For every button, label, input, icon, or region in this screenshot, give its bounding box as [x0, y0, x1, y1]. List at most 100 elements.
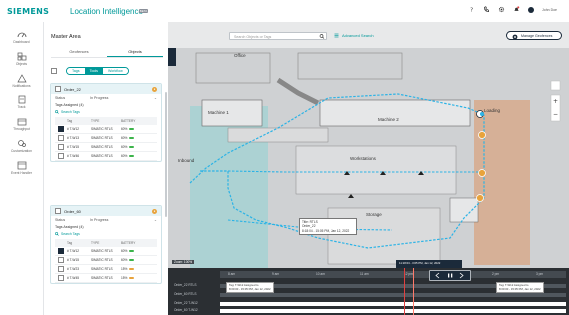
beta-badge: BETA — [139, 9, 148, 13]
row-checkbox[interactable] — [58, 248, 64, 254]
table-header: Tag TYPE BATTERY — [55, 239, 157, 247]
nav-item-dashboard[interactable]: Dashboard — [0, 30, 43, 44]
tags-assigned: Tags Assigned (4) — [55, 225, 84, 229]
search-tags-input[interactable]: Search Tags — [55, 109, 157, 115]
playback-controls[interactable] — [429, 270, 471, 281]
location-marker[interactable] — [476, 194, 484, 202]
order-card[interactable]: Order_60 ● Status In Progress ⌄ Tags Ass… — [50, 205, 162, 284]
layers-icon[interactable] — [550, 80, 561, 91]
advanced-search-link[interactable]: Advanced Search — [334, 33, 374, 38]
objects-panel: Master Area Geofences Objects Tags Tools… — [44, 22, 169, 315]
storage-area — [327, 207, 441, 265]
battery-icon — [129, 258, 135, 262]
order-name: Order_22 — [64, 86, 81, 92]
search-icon[interactable] — [319, 34, 325, 39]
panel-tabs: Geofences Objects — [51, 47, 163, 58]
table-row[interactable]: # T-W23 SIMATIC RTLS 15% — [55, 265, 157, 274]
table-row[interactable]: # T-W13 SIMATIC RTLS 60% — [55, 134, 157, 143]
nav-item-notifications[interactable]: Notifications — [0, 74, 43, 88]
order-card[interactable]: Order_22 ● Status In Progress ⌄ Tags Ass… — [50, 83, 162, 162]
timeline-tooltip: Tag: T-W12 Assigned to 8:00:00 - 15:05 P… — [226, 282, 274, 294]
table-row[interactable]: # T-W15 SIMATIC RTLS 60% — [55, 256, 157, 265]
order-name: Order_60 — [64, 208, 81, 214]
zone-label-machine-2: Machine 2 — [378, 117, 399, 122]
manage-geofences-button[interactable]: Manage Geofences — [506, 31, 562, 40]
tags-table: Tag TYPE BATTERY # T-W12 SIMATIC RTLS 60… — [55, 117, 157, 161]
nav-item-event-handler[interactable]: Event Handler — [0, 161, 43, 175]
notification-bell-icon[interactable] — [513, 6, 520, 13]
zone-label-inbound: Inbound — [178, 158, 195, 163]
row-checkbox[interactable] — [58, 144, 64, 150]
filter-tools[interactable]: Tools — [84, 68, 103, 74]
battery-icon — [129, 136, 135, 140]
table-row[interactable]: # T-W12 SIMATIC RTLS 60% — [55, 247, 157, 256]
battery-icon — [129, 267, 135, 271]
location-marker[interactable] — [478, 131, 486, 139]
chevron-down-icon[interactable]: ⌄ — [154, 96, 157, 100]
machine-2[interactable] — [319, 99, 471, 127]
nav-item-throughput[interactable]: Throughput — [0, 117, 43, 131]
select-all-checkbox[interactable] — [51, 68, 57, 74]
cursor-line[interactable] — [413, 268, 414, 315]
battery-icon — [129, 154, 135, 158]
row-checkbox[interactable] — [58, 153, 64, 159]
nav-item-customization[interactable]: Customization — [0, 139, 43, 153]
battery-icon — [129, 127, 135, 131]
loading-zone[interactable] — [474, 100, 530, 265]
chevron-down-icon[interactable]: ⌄ — [154, 218, 157, 222]
search-tags-input[interactable]: Search Tags — [55, 231, 157, 237]
order-header[interactable]: Order_60 ● — [51, 206, 161, 216]
svg-text:+: + — [553, 98, 558, 105]
geofence-icon — [512, 34, 518, 39]
object-type-filter: Tags Tools Workflow — [66, 67, 129, 75]
nav-item-objects[interactable]: Objects — [0, 52, 43, 66]
order-header[interactable]: Order_22 ● — [51, 84, 161, 94]
floor-plan[interactable]: + − — [168, 48, 569, 275]
current-time-label: 11:18:04 - 3:05 PM, Jan 12, 2022 — [396, 260, 462, 268]
order-checkbox[interactable] — [55, 208, 61, 214]
panel-title: Master Area — [51, 34, 81, 40]
settings-icon[interactable] — [498, 6, 505, 13]
current-time-line[interactable] — [404, 268, 405, 315]
filter-workflow[interactable]: Workflow — [102, 68, 128, 74]
zone-label-workstations: Workstations — [350, 156, 376, 161]
avatar[interactable] — [528, 6, 535, 13]
phone-icon[interactable] — [483, 6, 490, 13]
zoom-label: Zoom: 100% — [172, 260, 195, 264]
battery-icon — [129, 249, 135, 253]
row-checkbox[interactable] — [58, 275, 64, 281]
svg-text:?: ? — [470, 8, 473, 13]
help-icon[interactable]: ? — [468, 6, 475, 13]
panel-scrollbar[interactable] — [165, 92, 167, 217]
table-row[interactable]: # T-W12 SIMATIC RTLS 60% — [55, 125, 157, 134]
tab-objects[interactable]: Objects — [107, 47, 163, 57]
order-status-icon: ● — [152, 208, 157, 214]
order-status-icon: ● — [152, 86, 157, 92]
filter-tags[interactable]: Tags — [67, 68, 85, 74]
row-checkbox[interactable] — [58, 135, 64, 141]
tab-geofences[interactable]: Geofences — [51, 47, 107, 57]
order-checkbox[interactable] — [55, 86, 61, 92]
notifications-icon — [16, 74, 27, 83]
table-row[interactable]: # T-W46 SIMATIC RTLS 60% — [55, 152, 157, 161]
row-checkbox[interactable] — [58, 126, 64, 132]
row-checkbox[interactable] — [58, 266, 64, 272]
play-pause-icon[interactable] — [430, 271, 470, 280]
map-area: Search Objects or Tags Advanced Search M… — [168, 22, 569, 315]
search-input[interactable]: Search Objects or Tags — [229, 32, 327, 40]
timeline-row[interactable]: Order_60 T-W12 — [168, 306, 569, 315]
tags-assigned: Tags Assigned (4) — [55, 103, 84, 107]
order-status: Status In Progress ⌄ — [55, 218, 157, 222]
timeline[interactable]: 8 am 9 am 10 am 11 am 12 pm 1 pm 2 pm 3 … — [168, 260, 569, 315]
timeline-tooltip: Tag: T-W12 Assigned to 8:00:00 - 15:05 P… — [496, 282, 544, 294]
table-row[interactable]: # T-W45 SIMATIC RTLS 15% — [55, 274, 157, 283]
row-checkbox[interactable] — [58, 257, 64, 263]
nav-item-track[interactable]: Track — [0, 95, 43, 109]
user-name[interactable]: John Doe — [542, 8, 557, 12]
location-marker[interactable] — [478, 169, 486, 177]
table-row[interactable]: # T-W15 SIMATIC RTLS 60% — [55, 143, 157, 152]
order-status: Status In Progress ⌄ — [55, 96, 157, 100]
zone-label-storage: Storage — [366, 212, 382, 217]
zone-label-loading: Loading — [484, 108, 501, 113]
filter-row: Tags Tools Workflow — [51, 67, 129, 75]
